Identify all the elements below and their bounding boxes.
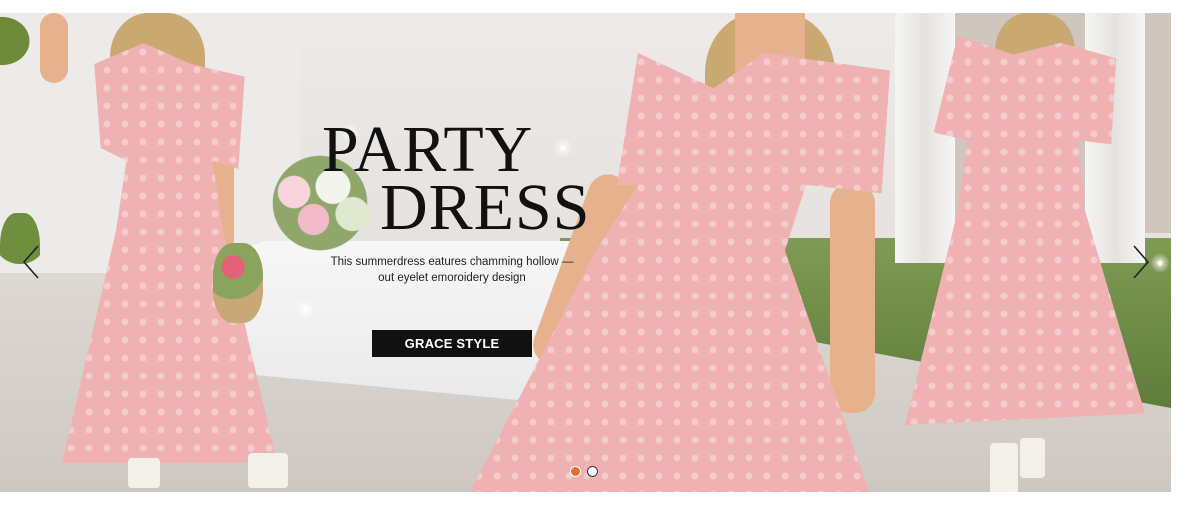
headline-line-2: DRESS <box>380 171 591 244</box>
grace-style-button[interactable]: GRACE STYLE <box>372 330 532 357</box>
banner-headline: PARTY DRESS <box>322 117 591 244</box>
model-shoe <box>128 458 160 488</box>
model-arm <box>40 13 68 83</box>
carousel-pagination <box>570 466 598 477</box>
model-arm <box>830 183 875 413</box>
model-shoe <box>248 453 288 488</box>
carousel-next-button[interactable] <box>1128 242 1152 282</box>
subtitle-line-1: This summerdress eatures chamming hollow… <box>330 256 574 268</box>
chevron-right-icon <box>1133 245 1150 279</box>
model-shoe <box>1020 438 1045 478</box>
carousel-dot-1[interactable] <box>570 466 581 477</box>
hero-banner: PARTY DRESS This summerdress eatures cha… <box>0 13 1171 492</box>
hand-bouquet <box>213 243 263 323</box>
model-shoe <box>990 443 1018 492</box>
carousel-prev-button[interactable] <box>20 242 44 282</box>
background-curtain <box>895 13 955 263</box>
chevron-left-icon <box>22 245 39 279</box>
carousel-dot-2[interactable] <box>587 466 598 477</box>
banner-subtitle: This summerdress eatures chamming hollow… <box>320 254 584 286</box>
subtitle-line-2: out eyelet emoroidery design <box>378 272 526 284</box>
